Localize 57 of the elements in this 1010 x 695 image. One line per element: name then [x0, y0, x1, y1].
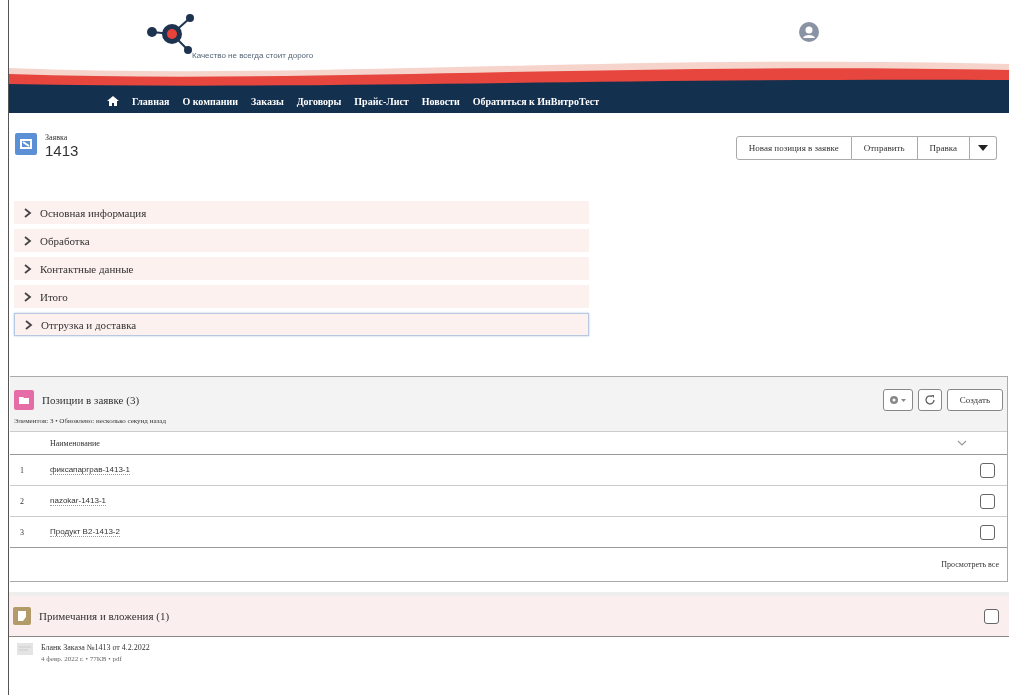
more-actions-button[interactable] [970, 136, 997, 160]
nav-link[interactable]: Договоры [296, 95, 342, 107]
record-type: Заявка [45, 133, 69, 142]
section-header[interactable]: Отгрузка и доставка [14, 313, 589, 336]
section-label: Основная информация [40, 206, 147, 219]
row-checkbox[interactable] [980, 493, 995, 509]
section-header[interactable]: Основная информация [14, 201, 589, 224]
refresh-button[interactable] [917, 389, 942, 411]
view-all-link[interactable]: Просмотреть все [941, 560, 999, 569]
item-link[interactable]: Продукт B2-1413-2 [50, 527, 120, 537]
column-header[interactable]: Наименование [50, 438, 100, 448]
row-number: 2 [19, 496, 25, 506]
action-button[interactable]: Отправить [851, 136, 918, 160]
nav-link[interactable]: О компании [182, 95, 238, 107]
settings-button[interactable] [882, 389, 913, 411]
chevron-icon [24, 263, 32, 274]
section-label: Обработка [40, 234, 90, 247]
chevron-icon [24, 207, 32, 218]
create-button[interactable]: Создать [946, 389, 1003, 411]
nav-link[interactable]: Обратиться к ИнВитроТест [472, 95, 600, 107]
nav-link[interactable]: Новости [421, 95, 460, 107]
caret-icon [978, 145, 988, 151]
home-icon[interactable] [107, 95, 119, 107]
nav-link[interactable]: Главная [132, 95, 170, 107]
record-name: 1413 [45, 142, 79, 159]
item-link[interactable]: nazokar-1413-1 [50, 496, 107, 506]
file-link[interactable]: Бланк Заказа №1413 от 4.2.2022 [41, 643, 150, 652]
action-button[interactable]: Новая позиция в заявке [735, 136, 852, 160]
row-number: 3 [19, 527, 25, 537]
logo-tagline: Качество не всегда стоит дорого [192, 51, 314, 60]
chevron-icon [24, 235, 32, 246]
notes-checkbox[interactable] [984, 608, 999, 624]
chevron-down-icon[interactable] [957, 440, 967, 446]
note-icon [13, 607, 31, 625]
chevron-icon [25, 319, 33, 330]
card-title[interactable]: Примечания и вложения (1) [39, 610, 170, 622]
section-label: Отгрузка и доставка [41, 318, 137, 331]
card-title[interactable]: Позиции в заявке (3) [42, 394, 140, 406]
settings-icon [888, 395, 907, 405]
section-header[interactable]: Итого [14, 285, 589, 308]
record-icon [15, 133, 37, 155]
section-label: Итого [40, 290, 68, 303]
section-header[interactable]: Обработка [14, 229, 589, 252]
folder-icon [14, 390, 34, 410]
row-number: 1 [19, 465, 25, 475]
row-checkbox[interactable] [980, 524, 995, 540]
refresh-icon [923, 394, 936, 406]
file-icon [17, 643, 33, 655]
avatar-icon[interactable] [799, 22, 819, 42]
nav-link[interactable]: Заказы [251, 95, 284, 107]
chevron-icon [24, 291, 32, 302]
section-header[interactable]: Контактные данные [14, 257, 589, 280]
nav-link[interactable]: Прайс-Лист [354, 95, 409, 107]
action-button[interactable]: Правка [917, 136, 970, 160]
item-link[interactable]: фиксапарграв-1413-1 [50, 465, 130, 475]
row-checkbox[interactable] [980, 462, 995, 478]
section-label: Контактные данные [40, 262, 134, 275]
